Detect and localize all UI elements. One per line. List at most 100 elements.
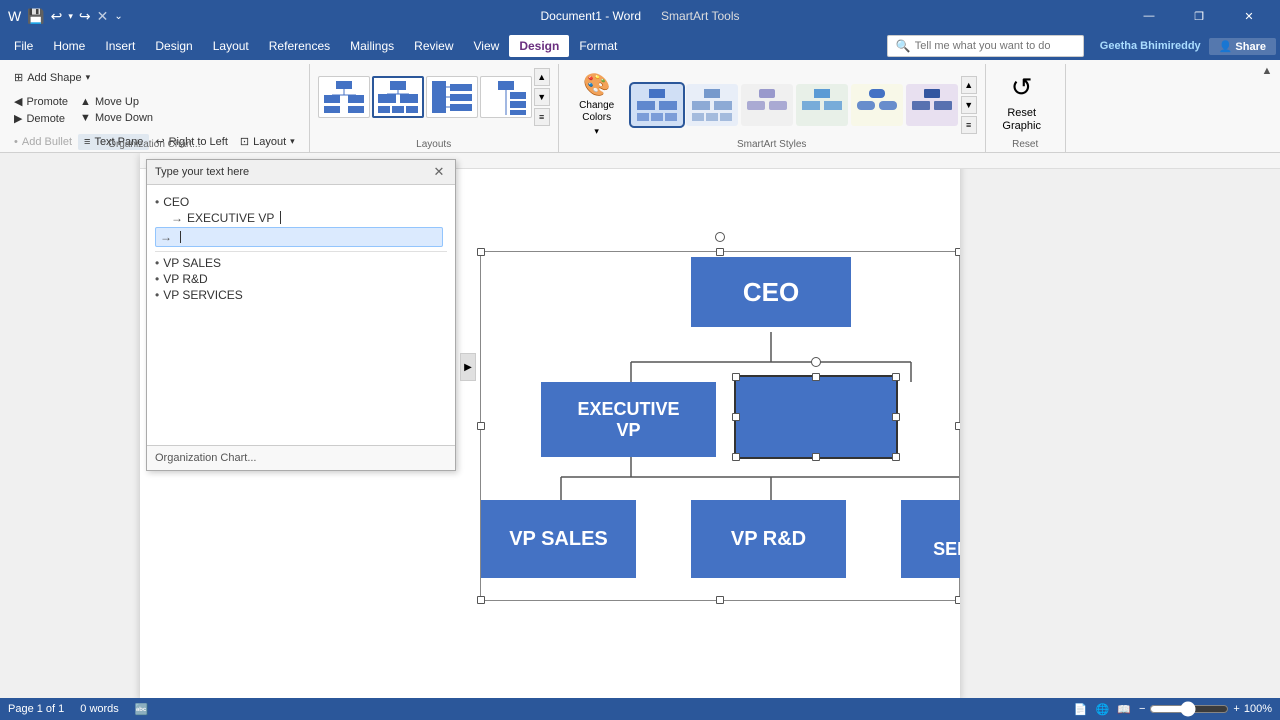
move-down-button[interactable]: ▼ Move Down — [74, 110, 159, 126]
layout-thumb-3[interactable] — [426, 76, 478, 118]
box-handle-tm[interactable] — [812, 373, 820, 381]
handle-ml[interactable] — [477, 422, 485, 430]
text-pane-close-button[interactable]: ✕ — [431, 164, 447, 180]
box-handle-bl[interactable] — [732, 453, 740, 461]
styles-scroll-up[interactable]: ▲ — [961, 76, 977, 94]
box-handle-br[interactable] — [892, 453, 900, 461]
view-read-icon[interactable]: 📖 — [1117, 703, 1131, 716]
tp-text-vprd[interactable]: VP R&D — [163, 272, 207, 286]
tp-text-vpsales[interactable]: VP SALES — [163, 256, 221, 270]
box-handle-tl[interactable] — [732, 373, 740, 381]
org-box-vpsales[interactable]: VP SALES — [481, 500, 636, 578]
handle-tr[interactable] — [955, 248, 960, 256]
text-pane-footer[interactable]: Organization Chart... — [147, 445, 455, 470]
box-handle-tr[interactable] — [892, 373, 900, 381]
change-colors-button[interactable]: 🎨 ChangeColors ▾ — [567, 68, 627, 141]
zoom-slider[interactable] — [1149, 701, 1229, 717]
tp-text-ceo[interactable]: CEO — [163, 195, 189, 209]
quick-access-more[interactable]: ⌄ — [114, 11, 122, 22]
collapse-ribbon-button[interactable]: ▲ — [1258, 62, 1276, 80]
menu-design-smartart[interactable]: Design — [509, 35, 569, 57]
box-handle-mr[interactable] — [892, 413, 900, 421]
change-colors-label: ChangeColors — [579, 100, 614, 124]
menu-file[interactable]: File — [4, 35, 43, 57]
promote-button[interactable]: ◀ Promote — [8, 93, 74, 110]
reset-label: Reset — [986, 139, 1065, 150]
style-thumb-3[interactable] — [741, 84, 793, 126]
handle-br[interactable] — [955, 596, 960, 604]
menu-home[interactable]: Home — [43, 35, 95, 57]
menu-view[interactable]: View — [464, 35, 510, 57]
user-name[interactable]: Geetha Bhimireddy — [1100, 40, 1201, 52]
status-bar: Page 1 of 1 0 words 🔤 📄 🌐 📖 − + 100% — [0, 698, 1280, 720]
share-button[interactable]: 👤 Share — [1209, 38, 1276, 55]
zoom-in-icon[interactable]: + — [1233, 703, 1239, 715]
layout-thumb-4[interactable] — [480, 76, 532, 118]
gallery-scroll-down[interactable]: ▼ — [534, 88, 550, 106]
styles-scroll-down[interactable]: ▼ — [961, 96, 977, 114]
search-input[interactable] — [915, 40, 1075, 52]
style-thumb-1[interactable] — [631, 84, 683, 126]
demote-button[interactable]: ▶ Demote — [8, 110, 74, 127]
doc-area: Type your text here ✕ • CEO → EXECUTIVE … — [0, 153, 1280, 699]
add-shape-button[interactable]: ⊞ Add Shape ▾ — [8, 68, 96, 87]
view-print-icon[interactable]: 📄 — [1074, 703, 1088, 716]
status-left: Page 1 of 1 0 words 🔤 — [8, 703, 149, 716]
text-pane-expand[interactable]: ▶ — [460, 353, 476, 381]
handle-tl[interactable] — [477, 248, 485, 256]
quick-access-save[interactable]: 💾 — [27, 8, 44, 25]
view-web-icon[interactable]: 🌐 — [1096, 703, 1110, 716]
reset-graphic-label: ResetGraphic — [1002, 107, 1041, 133]
gallery-more[interactable]: ≡ — [534, 108, 550, 126]
tp-text-evp[interactable]: EXECUTIVE VP — [187, 211, 274, 225]
layout-thumb-2[interactable] — [372, 76, 424, 118]
box-handle-ml[interactable] — [732, 413, 740, 421]
tp-item-active[interactable]: → — [155, 227, 443, 247]
close-button[interactable]: ✕ — [1226, 0, 1272, 32]
change-colors-dropdown[interactable]: ▾ — [594, 126, 599, 137]
handle-bl[interactable] — [477, 596, 485, 604]
org-box-vpservices[interactable]: VPSERVICES — [901, 500, 960, 578]
context-title: SmartArt Tools — [661, 9, 739, 23]
box-rotate-handle[interactable] — [811, 357, 821, 367]
quick-access-undo[interactable]: ↩ — [51, 8, 63, 25]
org-box-evp[interactable]: EXECUTIVEVP — [541, 382, 716, 457]
menu-mailings[interactable]: Mailings — [340, 35, 404, 57]
menu-references[interactable]: References — [259, 35, 340, 57]
menu-layout[interactable]: Layout — [203, 35, 259, 57]
menu-review[interactable]: Review — [404, 35, 463, 57]
zoom-out-icon[interactable]: − — [1139, 703, 1145, 715]
style-thumb-2[interactable] — [686, 84, 738, 126]
add-shape-dropdown[interactable]: ▾ — [86, 72, 91, 83]
quick-access-undo-dropdown[interactable]: ▾ — [68, 11, 73, 22]
handle-tm[interactable] — [716, 248, 724, 256]
smartart-styles-label: SmartArt Styles — [559, 139, 985, 150]
gallery-scroll: ▲ ▼ ≡ — [534, 68, 550, 126]
handle-bm[interactable] — [716, 596, 724, 604]
menu-design[interactable]: Design — [145, 35, 202, 57]
box-handle-bm[interactable] — [812, 453, 820, 461]
minimize-button[interactable]: — — [1126, 0, 1172, 32]
gallery-scroll-up[interactable]: ▲ — [534, 68, 550, 86]
layout-thumb-1[interactable] — [318, 76, 370, 118]
menu-format[interactable]: Format — [569, 35, 627, 57]
restore-button[interactable]: ❐ — [1176, 0, 1222, 32]
quick-access-customize[interactable]: ✕ — [97, 8, 109, 25]
move-up-button[interactable]: ▲ Move Up — [74, 94, 159, 110]
tp-text-vpservices[interactable]: VP SERVICES — [163, 288, 243, 302]
menu-insert[interactable]: Insert — [95, 35, 145, 57]
style-thumb-5[interactable] — [851, 84, 903, 126]
style-thumb-4[interactable] — [796, 84, 848, 126]
group-layouts: ▲ ▼ ≡ Layouts — [310, 64, 559, 152]
share-icon: 👤 — [1219, 41, 1233, 53]
reset-graphic-button[interactable]: ↺ ResetGraphic — [994, 64, 1050, 141]
org-box-vprd[interactable]: VP R&D — [691, 500, 846, 578]
styles-more[interactable]: ≡ — [961, 116, 977, 134]
tp-item-vpservices: • VP SERVICES — [155, 288, 447, 302]
style-thumb-6[interactable] — [906, 84, 958, 126]
handle-mr[interactable] — [955, 422, 960, 430]
rotate-handle[interactable] — [715, 232, 725, 242]
org-box-ceo[interactable]: CEO — [691, 257, 851, 327]
quick-access-redo[interactable]: ↪ — [79, 8, 91, 25]
org-box-new[interactable] — [736, 377, 896, 457]
